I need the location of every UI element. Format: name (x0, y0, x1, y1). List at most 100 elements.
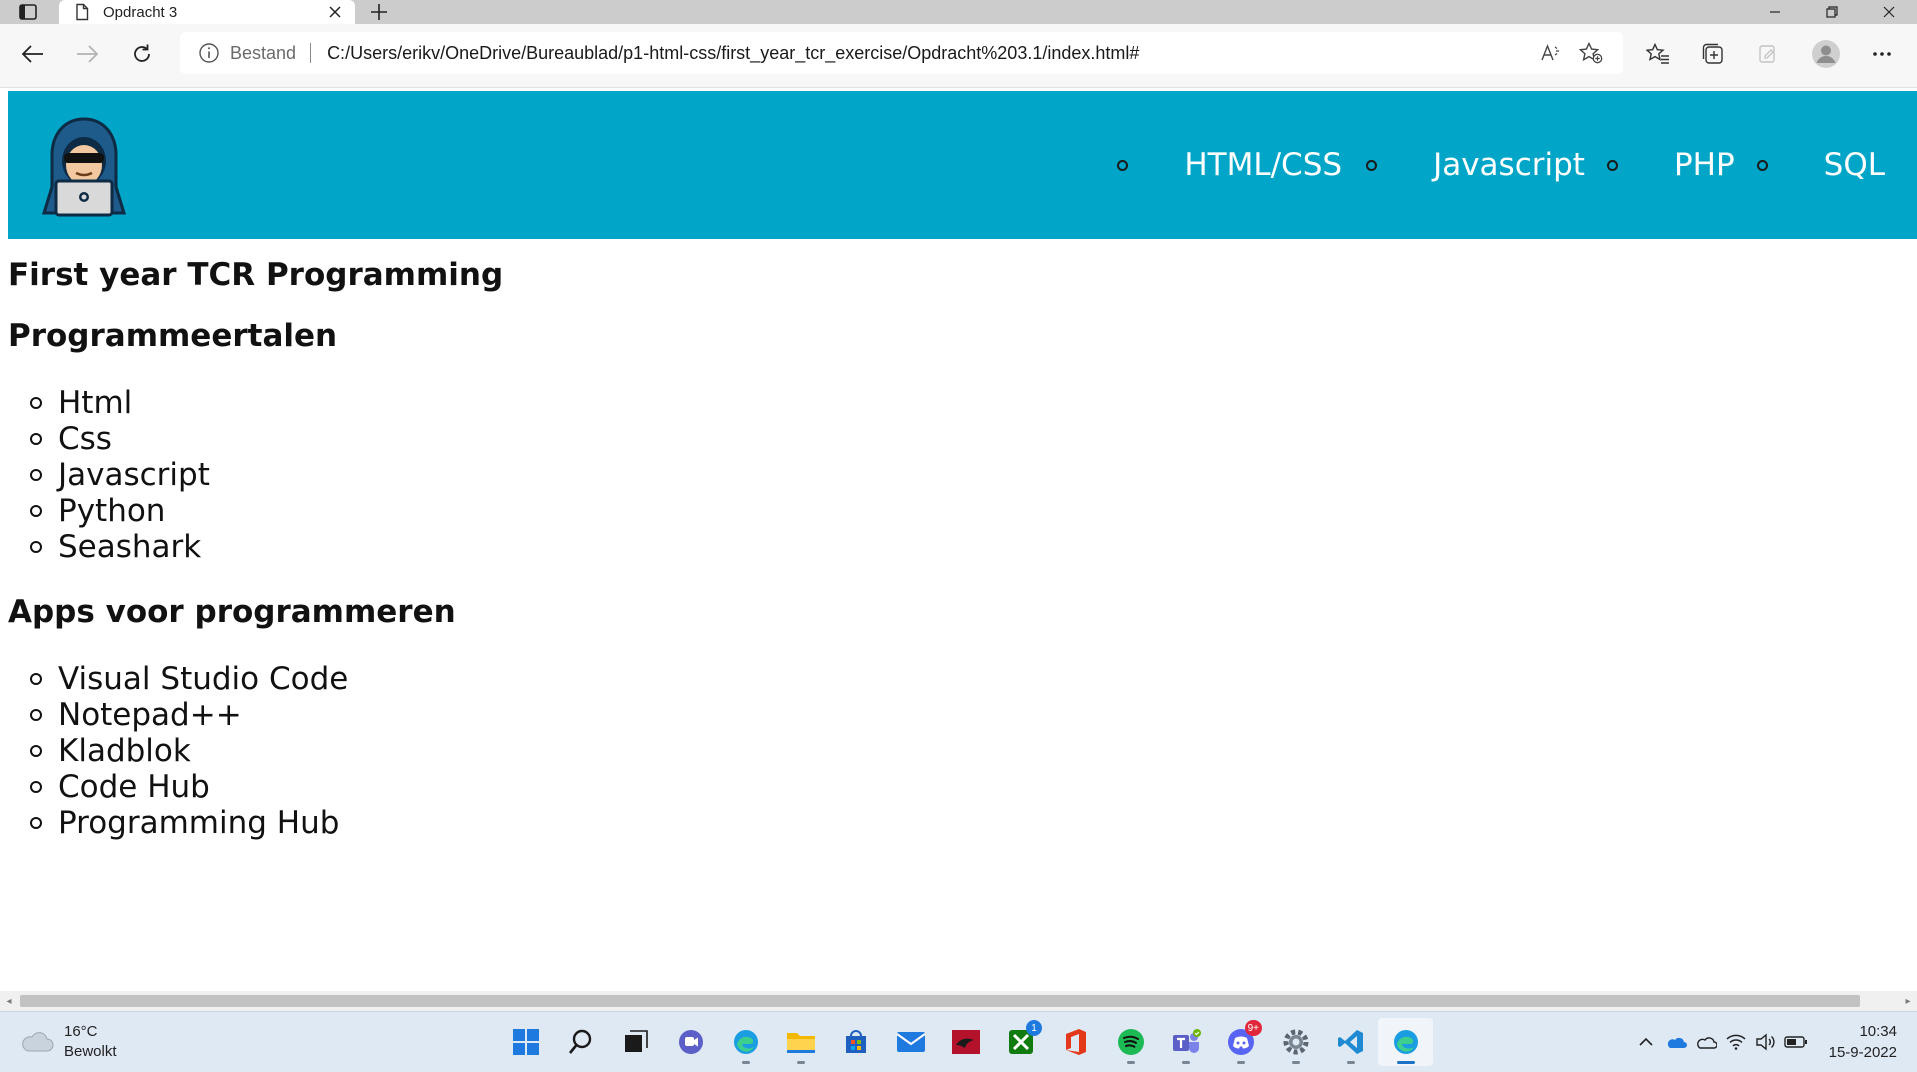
running-indicator (1126, 1061, 1135, 1064)
taskbar-app-mail[interactable] (883, 1018, 938, 1066)
settings-icon (1283, 1029, 1308, 1055)
reload-button[interactable] (124, 36, 160, 72)
close-window-button[interactable] (1860, 0, 1917, 24)
list-bullet (30, 709, 42, 721)
clock[interactable]: 10:34 15-9-2022 (1829, 1021, 1897, 1063)
list-bullet (30, 433, 42, 445)
wifi-button[interactable] (1721, 1027, 1751, 1057)
taskbar-app-chat[interactable] (663, 1018, 718, 1066)
main-nav: HTML/CSS Javascript PHP SQL (1117, 91, 1917, 239)
running-indicator (1181, 1061, 1190, 1064)
back-arrow-icon (22, 45, 43, 63)
volume-button[interactable] (1751, 1027, 1781, 1057)
more-menu-button[interactable] (1864, 36, 1900, 72)
edge-icon (733, 1030, 758, 1054)
list-item-label: Notepad++ (58, 697, 242, 733)
clock-date: 15-9-2022 (1828, 1044, 1897, 1061)
taskbar-app-red[interactable] (938, 1018, 993, 1066)
onedrive-button[interactable] (1661, 1027, 1691, 1057)
back-button[interactable] (15, 36, 51, 72)
tray-overflow-button[interactable] (1631, 1027, 1661, 1057)
cloud-icon (22, 1032, 54, 1052)
plus-icon (371, 4, 387, 20)
taskbar-app-store[interactable] (828, 1018, 883, 1066)
taskbar-app-office[interactable] (1048, 1018, 1103, 1066)
taskbar-app-task-view[interactable] (608, 1018, 663, 1066)
taskbar-app-xbox[interactable]: 1 (993, 1018, 1048, 1066)
taskbar-app-vscode[interactable] (1323, 1018, 1378, 1066)
office-icon (1065, 1029, 1086, 1055)
browser-tab[interactable]: Opdracht 3 (59, 0, 355, 24)
extension-button[interactable] (1750, 36, 1786, 72)
close-icon (329, 6, 341, 18)
taskbar-app-start[interactable] (498, 1018, 553, 1066)
windows-start-icon (512, 1029, 539, 1055)
running-indicator (1396, 1061, 1415, 1064)
nav-link-html-css[interactable]: HTML/CSS (1184, 147, 1342, 183)
list-item-label: Html (58, 385, 133, 421)
favorites-button[interactable] (1640, 36, 1676, 72)
nav-link-sql[interactable]: SQL (1824, 147, 1885, 183)
battery-button[interactable] (1781, 1027, 1811, 1057)
scroll-right-icon[interactable]: ▸ (1902, 995, 1914, 1007)
tab-actions-button[interactable] (14, 2, 42, 22)
running-indicator (741, 1061, 750, 1064)
star-add-icon (1579, 42, 1603, 64)
horizontal-scrollbar[interactable]: ◂ ▸ (0, 991, 1917, 1011)
close-tab-button[interactable] (323, 0, 347, 24)
close-window-icon (1883, 6, 1894, 18)
list-item: Visual Studio Code (0, 661, 348, 697)
minimize-button[interactable] (1746, 0, 1803, 24)
section-heading-programmeertalen: Programmeertalen (8, 318, 338, 354)
address-separator (310, 43, 312, 63)
list-bullet (30, 745, 42, 757)
list-item-label: Css (58, 421, 112, 457)
reload-icon (134, 44, 150, 62)
list-item: Programming Hub (0, 805, 348, 841)
task-view-icon (624, 1030, 648, 1052)
mail-icon (895, 1032, 926, 1052)
taskbar-app-settings[interactable] (1268, 1018, 1323, 1066)
list-item: Css (0, 421, 210, 457)
running-indicator (1346, 1061, 1355, 1064)
taskbar-app-edge-active[interactable] (1378, 1018, 1433, 1066)
list-item: Python (0, 493, 210, 529)
list-item: Notepad++ (0, 697, 348, 733)
taskbar-app-spotify[interactable] (1103, 1018, 1158, 1066)
scrollbar-thumb[interactable] (20, 995, 1860, 1007)
list-bullet (30, 673, 42, 685)
new-tab-button[interactable] (366, 0, 392, 24)
info-icon[interactable] (198, 42, 220, 64)
profile-button[interactable] (1808, 36, 1844, 72)
add-favorite-button[interactable] (1571, 33, 1611, 73)
taskbar-app-teams[interactable] (1158, 1018, 1213, 1066)
taskbar-app-file-explorer[interactable] (773, 1018, 828, 1066)
taskbar-app-discord[interactable]: 9+ (1213, 1018, 1268, 1066)
read-aloud-button[interactable] (1531, 33, 1571, 73)
extension-icon (1759, 45, 1775, 63)
section-heading-apps: Apps voor programmeren (8, 594, 456, 630)
weather-widget[interactable]: 16°C Bewolkt (20, 1020, 117, 1064)
cloud-sync-button[interactable] (1691, 1027, 1721, 1057)
url-text[interactable]: C:/Users/erikv/OneDrive/Bureaublad/p1-ht… (327, 43, 1531, 64)
list-item-label: Code Hub (58, 769, 210, 805)
tab-title: Opdracht 3 (103, 3, 178, 21)
list-item-label: Programming Hub (58, 805, 340, 841)
taskbar-app-search[interactable] (553, 1018, 608, 1066)
scroll-left-icon[interactable]: ◂ (3, 995, 15, 1007)
list-item: Code Hub (0, 769, 348, 805)
address-bar[interactable]: Bestand C:/Users/erikv/OneDrive/Bureaubl… (180, 32, 1623, 74)
taskbar-app-edge[interactable] (718, 1018, 773, 1066)
forward-button[interactable] (69, 36, 105, 72)
list-item-label: Python (58, 493, 166, 529)
taskbar: 16°C Bewolkt 1 9+ 10:34 15-9-2022 (0, 1011, 1917, 1072)
file-explorer-icon (786, 1033, 815, 1053)
list-item: Html (0, 385, 210, 421)
collections-button[interactable] (1695, 36, 1731, 72)
tab-actions-icon (19, 4, 37, 20)
site-header: HTML/CSS Javascript PHP SQL (8, 91, 1917, 239)
nav-link-php[interactable]: PHP (1674, 147, 1735, 183)
nav-link-javascript[interactable]: Javascript (1433, 147, 1585, 183)
hacker-logo-icon[interactable] (36, 117, 132, 217)
restore-button[interactable] (1803, 0, 1860, 24)
